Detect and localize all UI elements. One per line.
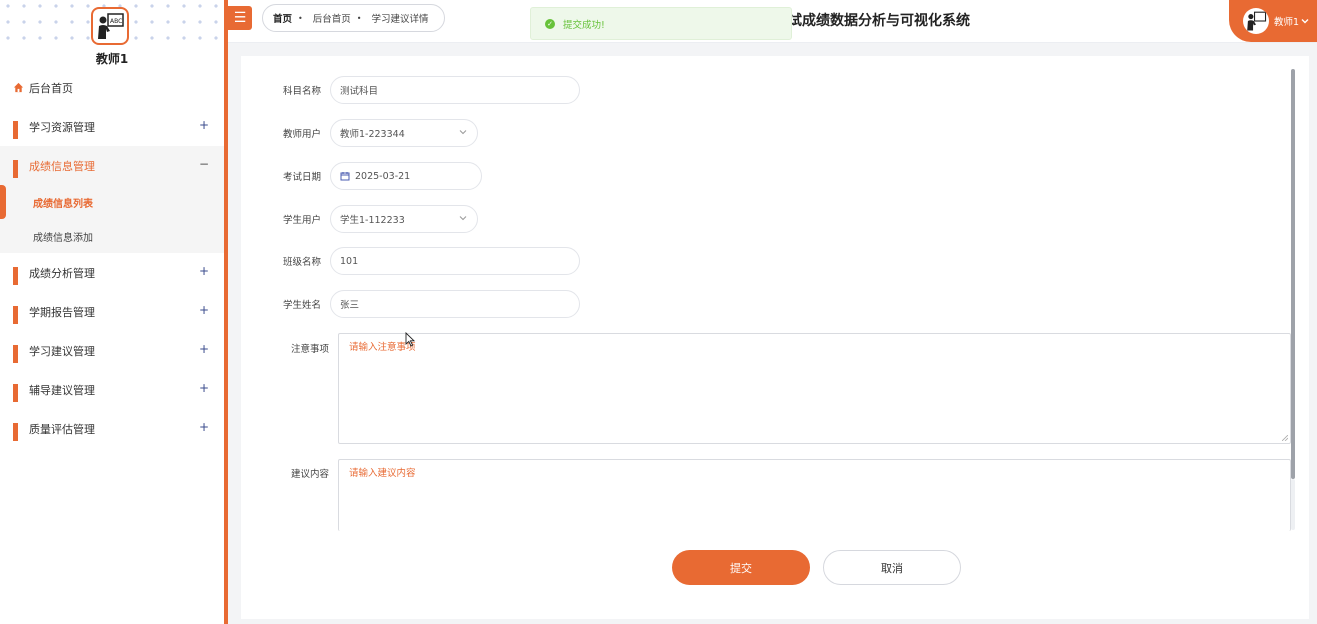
teacher-value: 教师1-223344 bbox=[340, 129, 405, 140]
sidebar-item-label: 辅导建议管理 bbox=[29, 383, 95, 397]
sidebar-item-label: 学习建议管理 bbox=[29, 344, 95, 358]
advice-label: 建议内容 bbox=[290, 469, 329, 480]
grid-icon bbox=[13, 121, 24, 139]
form-row-student: 学生用户 学生1-112233 bbox=[241, 205, 478, 233]
teacher-select[interactable]: 教师1-223344 bbox=[330, 119, 478, 147]
sidebar-item-score-info[interactable]: 成绩信息管理 − bbox=[0, 146, 224, 185]
student-value: 学生1-112233 bbox=[340, 215, 405, 226]
exam-date-picker[interactable]: 2025-03-21 bbox=[330, 162, 482, 190]
top-header: ☰ 首页 • 后台首页 • 学习建议详情 试成绩数据分析与可视化系统 ✓ 提交成… bbox=[228, 0, 1317, 43]
submenu-item-score-list[interactable]: 成绩信息列表 bbox=[0, 185, 224, 219]
sidebar-item-label: 学期报告管理 bbox=[29, 305, 95, 319]
sidebar-item-home[interactable]: 后台首页 bbox=[0, 68, 224, 107]
expand-icon[interactable]: + bbox=[199, 342, 209, 356]
expand-icon[interactable]: + bbox=[199, 381, 209, 395]
sidebar-item-learning-advice[interactable]: 学习建议管理 + bbox=[0, 331, 224, 370]
avatar: ABC bbox=[91, 7, 129, 45]
svg-text:ABC: ABC bbox=[110, 18, 122, 25]
grid-icon bbox=[13, 267, 24, 285]
class-name-value: 101 bbox=[340, 255, 359, 267]
student-name-field[interactable]: 张三 bbox=[330, 290, 580, 318]
toast-message: 提交成功! bbox=[563, 19, 605, 31]
resize-handle-icon[interactable] bbox=[1282, 435, 1288, 441]
sidebar-submenu: 成绩信息列表 成绩信息添加 bbox=[0, 185, 224, 253]
chevron-down-icon bbox=[1301, 19, 1309, 24]
collapse-icon[interactable]: − bbox=[199, 157, 209, 171]
submit-button[interactable]: 提交 bbox=[672, 550, 810, 585]
student-name-value: 张三 bbox=[340, 300, 360, 311]
student-label: 学生用户 bbox=[282, 215, 321, 226]
advice-textarea[interactable]: 请输入建议内容 bbox=[338, 459, 1291, 531]
sidebar-item-label: 学习资源管理 bbox=[29, 120, 95, 134]
menu-toggle-button[interactable]: ☰ bbox=[228, 6, 252, 30]
subject-field[interactable]: 测试科目 bbox=[330, 76, 580, 104]
subject-label: 科目名称 bbox=[282, 86, 321, 97]
grid-icon bbox=[13, 160, 24, 178]
expand-icon[interactable]: + bbox=[199, 118, 209, 132]
sidebar-item-label: 成绩信息管理 bbox=[29, 159, 95, 173]
expand-icon[interactable]: + bbox=[199, 264, 209, 278]
sidebar: ABC 教师1 后台首页 学习资源管理 + 成绩信息管理 − 成绩信息列表 成绩… bbox=[0, 0, 224, 624]
notes-label: 注意事项 bbox=[290, 344, 329, 355]
sidebar-menu: 后台首页 学习资源管理 + 成绩信息管理 − 成绩信息列表 成绩信息添加 成绩分… bbox=[0, 68, 224, 448]
expand-icon[interactable]: + bbox=[199, 420, 209, 434]
sidebar-item-label: 质量评估管理 bbox=[29, 422, 95, 436]
form-row-student-name: 学生姓名 张三 bbox=[241, 290, 580, 318]
submenu-item-score-add[interactable]: 成绩信息添加 bbox=[0, 219, 224, 253]
form-row-exam-date: 考试日期 2025-03-21 bbox=[241, 162, 482, 190]
breadcrumb-separator: • bbox=[356, 13, 362, 23]
breadcrumb: 首页 • 后台首页 • 学习建议详情 bbox=[262, 4, 446, 32]
breadcrumb-item[interactable]: 首页 bbox=[273, 11, 292, 25]
scrollbar-thumb[interactable] bbox=[1291, 69, 1295, 479]
grid-icon bbox=[13, 384, 24, 402]
user-menu[interactable]: 教师1 bbox=[1229, 0, 1317, 42]
form-row-class: 班级名称 101 bbox=[241, 247, 580, 275]
class-name-field[interactable]: 101 bbox=[330, 247, 580, 275]
exam-date-label: 考试日期 bbox=[282, 172, 321, 183]
user-menu-label: 教师1 bbox=[1274, 17, 1300, 28]
advice-placeholder: 请输入建议内容 bbox=[349, 468, 416, 479]
grid-icon bbox=[13, 423, 24, 441]
sidebar-item-term-report[interactable]: 学期报告管理 + bbox=[0, 292, 224, 331]
home-icon bbox=[13, 82, 24, 93]
mouse-cursor-icon bbox=[405, 332, 416, 347]
sidebar-item-label: 后台首页 bbox=[29, 81, 73, 95]
exam-date-value: 2025-03-21 bbox=[355, 170, 411, 182]
student-name-label: 学生姓名 bbox=[282, 300, 321, 311]
teacher-avatar-icon bbox=[1247, 11, 1267, 31]
breadcrumb-item[interactable]: 学习建议详情 bbox=[371, 11, 428, 25]
chevron-down-icon bbox=[459, 130, 467, 135]
sidebar-divider bbox=[224, 0, 228, 624]
subject-value: 测试科目 bbox=[340, 86, 379, 97]
calendar-icon bbox=[340, 172, 350, 181]
form-row-teacher: 教师用户 教师1-223344 bbox=[241, 119, 478, 147]
notes-textarea[interactable]: 请输入注意事项 bbox=[338, 333, 1291, 444]
sidebar-item-tutoring-advice[interactable]: 辅导建议管理 + bbox=[0, 370, 224, 409]
grid-icon bbox=[13, 306, 24, 324]
sidebar-username: 教师1 bbox=[95, 52, 129, 66]
scrollbar-track[interactable] bbox=[1291, 479, 1295, 530]
chevron-down-icon bbox=[459, 216, 467, 221]
sidebar-item-learning-resources[interactable]: 学习资源管理 + bbox=[0, 107, 224, 146]
success-toast: ✓ 提交成功! bbox=[530, 7, 792, 40]
breadcrumb-item[interactable]: 后台首页 bbox=[313, 11, 351, 25]
user-avatar bbox=[1243, 8, 1269, 34]
teacher-avatar-icon: ABC bbox=[98, 13, 124, 39]
expand-icon[interactable]: + bbox=[199, 303, 209, 317]
student-select[interactable]: 学生1-112233 bbox=[330, 205, 478, 233]
sidebar-item-label: 成绩分析管理 bbox=[29, 266, 95, 280]
teacher-label: 教师用户 bbox=[282, 129, 321, 140]
check-circle-icon: ✓ bbox=[545, 18, 555, 29]
sidebar-item-score-analysis[interactable]: 成绩分析管理 + bbox=[0, 253, 224, 292]
breadcrumb-separator: • bbox=[298, 13, 303, 23]
grid-icon bbox=[13, 345, 24, 363]
form-row-subject: 科目名称 测试科目 bbox=[241, 76, 580, 104]
site-title: 试成绩数据分析与可视化系统 bbox=[788, 13, 970, 29]
cancel-button[interactable]: 取消 bbox=[823, 550, 961, 585]
sidebar-item-quality-eval[interactable]: 质量评估管理 + bbox=[0, 409, 224, 448]
class-name-label: 班级名称 bbox=[282, 257, 321, 268]
